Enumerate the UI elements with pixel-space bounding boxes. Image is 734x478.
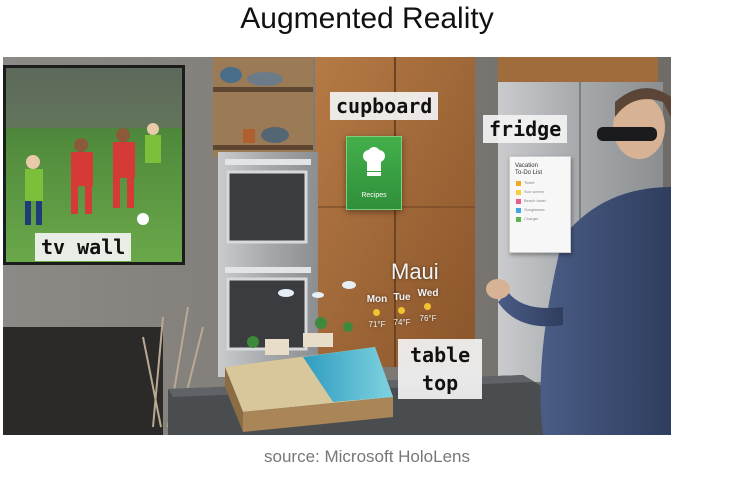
- todo-item-label: Sun screen: [524, 189, 545, 194]
- todo-item-label: Charger: [524, 216, 539, 221]
- chef-hat-icon: [363, 147, 385, 176]
- todo-item-label: Sunglasses: [524, 207, 545, 212]
- table-top-line: top: [422, 371, 459, 395]
- todo-item: Ticket: [510, 179, 570, 188]
- todo-checkbox: [516, 208, 521, 213]
- todo-checkbox: [516, 190, 521, 195]
- todo-item: Charger: [510, 215, 570, 224]
- todo-title-line: Vacation: [515, 163, 538, 169]
- fridge-label: fridge: [483, 115, 568, 143]
- todo-list-hologram: Vacation To-Do List Ticket Sun screen Be…: [509, 156, 571, 253]
- todo-checkbox: [516, 199, 521, 204]
- weather-day: Wed: [417, 288, 439, 299]
- todo-checkbox: [516, 217, 521, 222]
- weather-city: Maui: [391, 259, 439, 284]
- table-top-label: table top: [398, 339, 483, 399]
- todo-item: Sun screen: [510, 188, 570, 197]
- recipes-hologram: Recipes: [346, 136, 402, 210]
- todo-item-label: Beach towel: [524, 198, 546, 203]
- todo-item: Beach towel: [510, 197, 570, 206]
- todo-title-line: To-Do List: [515, 170, 543, 176]
- todo-checkbox: [516, 181, 521, 186]
- sun-icon: [373, 309, 380, 316]
- source-caption: source: Microsoft HoloLens: [264, 447, 470, 466]
- todo-item-label: Ticket: [524, 180, 535, 185]
- recipes-label: Recipes: [361, 192, 387, 199]
- cupboard-label: cupboard: [330, 92, 439, 120]
- weather-temp: 76°F: [419, 314, 437, 323]
- todo-title: Vacation To-Do List: [510, 157, 570, 179]
- tv-wall-label: tv wall: [35, 233, 132, 261]
- sun-icon: [424, 303, 431, 310]
- sun-icon: [398, 307, 405, 314]
- slide-title: Augmented Reality: [240, 2, 494, 35]
- todo-item: Sunglasses: [510, 206, 570, 215]
- table-top-line: table: [410, 343, 471, 367]
